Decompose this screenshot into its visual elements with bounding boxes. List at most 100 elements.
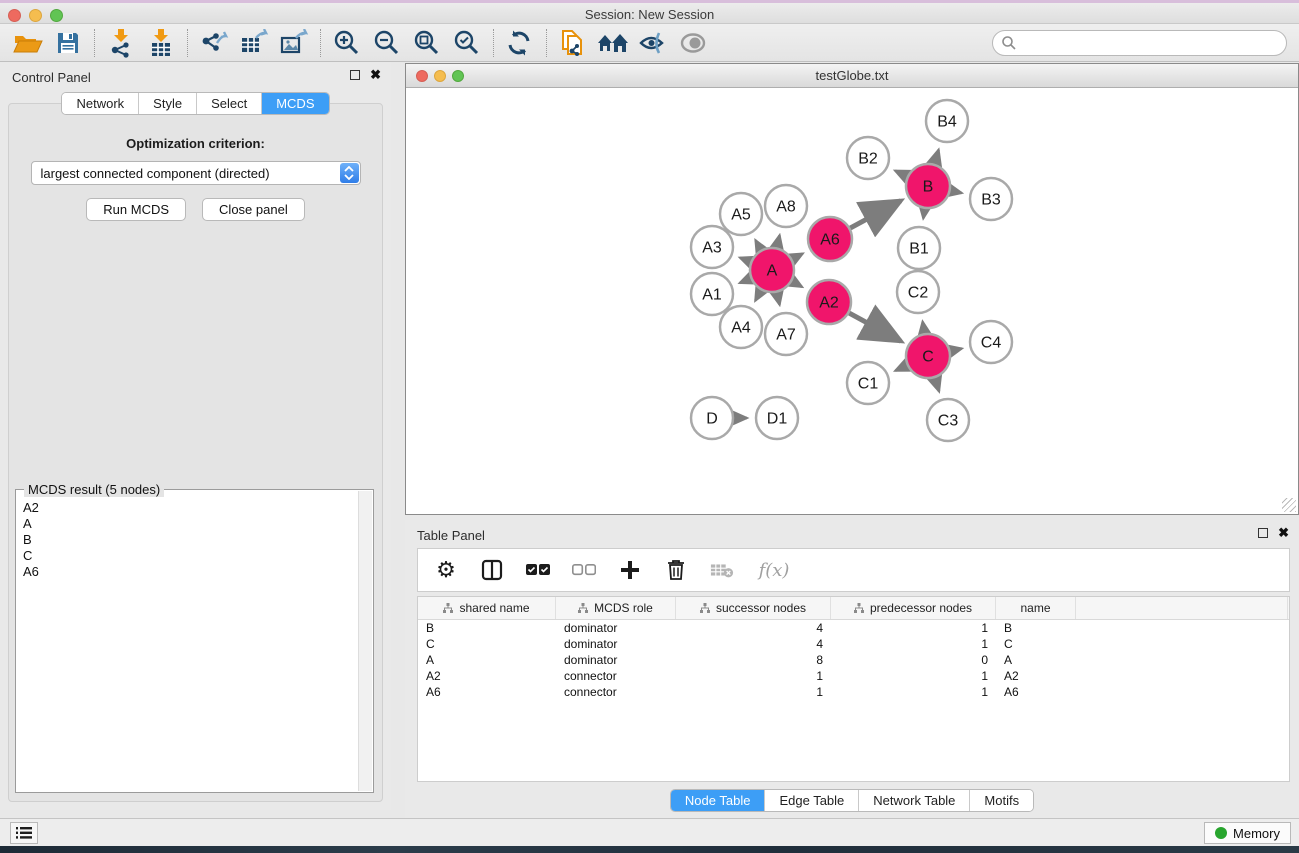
- memory-status-icon: [1215, 827, 1227, 839]
- home-button[interactable]: [593, 27, 633, 59]
- edge-A-A1[interactable]: [740, 279, 751, 283]
- edge-A-A6[interactable]: [792, 254, 802, 260]
- edge-C-C1[interactable]: [895, 365, 907, 370]
- edge-A6-B[interactable]: [850, 201, 901, 228]
- export-image-button[interactable]: [274, 27, 314, 59]
- column-header-MCDS-role[interactable]: MCDS role: [556, 597, 676, 619]
- edge-C-C4[interactable]: [950, 349, 961, 352]
- criterion-dropdown[interactable]: largest connected component (directed): [31, 161, 361, 185]
- show-graphics-details-button[interactable]: [673, 27, 713, 59]
- task-history-button[interactable]: [10, 822, 38, 844]
- delete-table-button[interactable]: [710, 558, 734, 582]
- zoom-out-button[interactable]: [367, 27, 407, 59]
- column-header-name[interactable]: name: [996, 597, 1076, 619]
- hide-edges-button[interactable]: [633, 27, 673, 59]
- memory-button[interactable]: Memory: [1204, 822, 1291, 844]
- mcds-result-list[interactable]: A2ABCA6: [17, 496, 358, 791]
- show-columns-button[interactable]: [480, 558, 504, 582]
- table-tab-network-table[interactable]: Network Table: [859, 790, 970, 811]
- delete-columns-button[interactable]: [664, 558, 688, 582]
- column-header-successor-nodes[interactable]: successor nodes: [676, 597, 831, 619]
- tab-network[interactable]: Network: [62, 93, 139, 114]
- result-item[interactable]: A2: [23, 500, 352, 516]
- edge-B-B3[interactable]: [951, 191, 962, 193]
- edge-A-A8[interactable]: [777, 235, 780, 247]
- edge-C-C2[interactable]: [923, 322, 925, 334]
- edge-A-A2[interactable]: [792, 281, 802, 287]
- close-panel-button[interactable]: Close panel: [202, 198, 305, 221]
- float-panel-icon[interactable]: [350, 70, 360, 80]
- result-item[interactable]: A: [23, 516, 352, 532]
- zoom-fit-button[interactable]: [407, 27, 447, 59]
- edge-A-A4[interactable]: [755, 290, 761, 300]
- zoom-selected-button[interactable]: [447, 27, 487, 59]
- table-row[interactable]: Bdominator41B: [418, 620, 1289, 636]
- table-cell: A2: [418, 669, 556, 683]
- open-file-button[interactable]: [8, 27, 48, 59]
- table-tab-edge-table[interactable]: Edge Table: [765, 790, 859, 811]
- network-titlebar[interactable]: testGlobe.txt: [406, 64, 1298, 88]
- export-table-icon: [239, 29, 269, 57]
- export-table-button[interactable]: [234, 27, 274, 59]
- control-panel-controls: ✖: [350, 70, 381, 80]
- node-label-C4: C4: [981, 335, 1002, 352]
- table-row[interactable]: Cdominator41C: [418, 636, 1289, 652]
- import-table-button[interactable]: [141, 27, 181, 59]
- table-options-button[interactable]: ⚙: [434, 558, 458, 582]
- table-tab-node-table[interactable]: Node Table: [671, 790, 766, 811]
- tab-select[interactable]: Select: [197, 93, 262, 114]
- tab-style[interactable]: Style: [139, 93, 197, 114]
- network-canvas[interactable]: B4B2BB3A8A5A6A3B1AA1C2A2A4A7C4CC1C3DD1: [407, 89, 1297, 513]
- edge-B-B2[interactable]: [895, 171, 907, 177]
- select-all-button[interactable]: [526, 558, 550, 582]
- table-tab-motifs[interactable]: Motifs: [970, 790, 1033, 811]
- function-builder-button[interactable]: f(x): [756, 558, 792, 582]
- column-type-icon: [578, 603, 588, 613]
- node-table[interactable]: shared nameMCDS rolesuccessor nodesprede…: [417, 596, 1290, 782]
- search-input[interactable]: [1017, 33, 1286, 53]
- table-cell: 1: [676, 685, 831, 699]
- edge-B-B1[interactable]: [923, 209, 924, 219]
- network-graph[interactable]: B4B2BB3A8A5A6A3B1AA1C2A2A4A7C4CC1C3DD1: [407, 89, 1299, 515]
- edge-A2-C[interactable]: [849, 313, 901, 341]
- edge-A-A3[interactable]: [740, 258, 751, 262]
- edge-B-B4[interactable]: [934, 150, 938, 164]
- result-scrollbar[interactable]: [358, 491, 372, 791]
- close-table-panel-icon[interactable]: ✖: [1278, 528, 1289, 538]
- search-field[interactable]: [992, 30, 1287, 56]
- result-item[interactable]: C: [23, 548, 352, 564]
- column-header-predecessor-nodes[interactable]: predecessor nodes: [831, 597, 996, 619]
- result-item[interactable]: A6: [23, 564, 352, 580]
- table-cell: C: [996, 637, 1076, 651]
- refresh-button[interactable]: [500, 27, 540, 59]
- table-cell: A6: [996, 685, 1076, 699]
- save-session-button[interactable]: [48, 27, 88, 59]
- edge-A-A7[interactable]: [777, 292, 780, 304]
- column-header-shared-name[interactable]: shared name: [418, 597, 556, 619]
- desktop-wallpaper: [0, 846, 1299, 853]
- edge-C-C3[interactable]: [935, 378, 939, 391]
- table-row[interactable]: Adominator80A: [418, 652, 1289, 668]
- import-network-button[interactable]: [101, 27, 141, 59]
- node-label-B4: B4: [937, 114, 957, 131]
- float-table-panel-icon[interactable]: [1258, 528, 1268, 538]
- export-network-button[interactable]: [194, 27, 234, 59]
- node-label-C: C: [922, 349, 934, 366]
- run-mcds-button[interactable]: Run MCDS: [86, 198, 186, 221]
- new-network-from-selection-button[interactable]: [553, 27, 593, 59]
- tab-mcds[interactable]: MCDS: [262, 93, 328, 114]
- resize-grip-icon[interactable]: [1282, 498, 1296, 512]
- table-cell: 1: [831, 685, 996, 699]
- add-column-button[interactable]: [618, 558, 642, 582]
- result-item[interactable]: B: [23, 532, 352, 548]
- zoom-in-button[interactable]: [327, 27, 367, 59]
- deselect-all-button[interactable]: [572, 558, 596, 582]
- memory-label: Memory: [1233, 826, 1280, 841]
- edge-A-A5[interactable]: [756, 240, 761, 250]
- close-panel-icon[interactable]: ✖: [370, 70, 381, 80]
- table-row[interactable]: A6connector11A6: [418, 684, 1289, 700]
- table-row[interactable]: A2connector11A2: [418, 668, 1289, 684]
- table-cell: 4: [676, 621, 831, 635]
- home-icon: [596, 30, 630, 56]
- node-label-A: A: [767, 263, 778, 280]
